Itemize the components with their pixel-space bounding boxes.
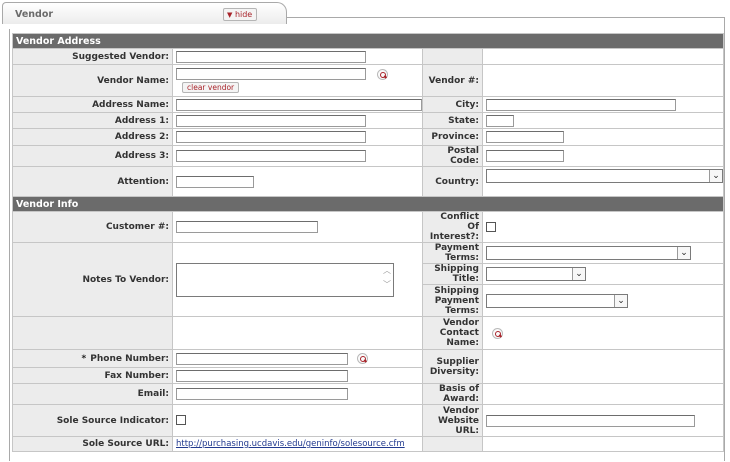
empty-value-cell <box>482 436 724 452</box>
vendor-number-value <box>482 64 724 97</box>
empty-label-cell <box>422 436 483 452</box>
vendor-contact-name-label: Vendor Contact Name: <box>422 316 483 350</box>
address-1-input[interactable] <box>176 114 366 127</box>
province-label: Province: <box>422 128 483 146</box>
vendor-form: Vendor Address Suggested Vendor: Vendor … <box>12 33 724 452</box>
section-vendor-address: Vendor Address <box>12 33 724 49</box>
tab-divider <box>287 17 724 18</box>
shipping-payment-terms-label: Shipping Payment Terms: <box>422 284 483 317</box>
notes-to-vendor-label: Notes To Vendor: <box>12 242 173 317</box>
email-label: Email: <box>12 383 173 405</box>
empty-value-cell <box>172 316 423 350</box>
section-vendor-info: Vendor Info <box>12 196 724 212</box>
vendor-name-input[interactable] <box>176 68 366 80</box>
empty-label-cell <box>422 48 483 65</box>
postal-code-label: Postal Code: <box>422 145 483 167</box>
address-3-input[interactable] <box>176 150 366 162</box>
address-name-input[interactable] <box>176 98 422 111</box>
chevron-down-icon: ⌄ <box>572 268 585 280</box>
address-1-label: Address 1: <box>12 112 173 129</box>
shipping-title-select[interactable]: ⌄ <box>486 267 586 281</box>
section-title: Vendor Info <box>12 196 724 212</box>
state-label: State: <box>422 112 483 129</box>
country-label: Country: <box>422 166 483 197</box>
email-input[interactable] <box>176 388 348 400</box>
tab-divider-right <box>724 17 725 29</box>
chevron-down-icon: ⌄ <box>614 294 627 307</box>
city-input[interactable] <box>486 98 676 111</box>
phone-number-label-text: Phone Number: <box>90 353 169 364</box>
supplier-diversity-label: Supplier Diversity: <box>422 349 483 384</box>
notes-to-vendor-wrapper: ︿ ﹀ <box>176 262 394 297</box>
postal-code-input[interactable] <box>486 150 564 162</box>
chevron-down-icon: ⌄ <box>709 170 722 182</box>
triangle-down-icon: ▼ <box>227 11 233 19</box>
hide-label: hide <box>234 10 253 19</box>
shipping-payment-terms-select[interactable]: ⌄ <box>486 293 628 308</box>
sole-source-indicator-checkbox[interactable] <box>176 415 186 426</box>
country-select[interactable]: ⌄ <box>486 169 723 183</box>
required-marker: * <box>81 353 87 364</box>
address-name-label: Address Name: <box>12 96 173 113</box>
payment-terms-select[interactable]: ⌄ <box>486 246 691 260</box>
vendor-name-label: Vendor Name: <box>12 64 173 97</box>
customer-number-label: Customer #: <box>12 211 173 243</box>
state-input[interactable] <box>486 114 514 127</box>
section-title: Vendor Address <box>12 33 724 49</box>
sole-source-url-link[interactable]: http://purchasing.ucdavis.edu/geninfo/so… <box>176 439 405 449</box>
attention-label: Attention: <box>12 166 173 197</box>
vendor-number-label: Vendor #: <box>422 64 483 97</box>
notes-to-vendor-textarea[interactable] <box>176 262 394 297</box>
vendor-website-url-label: Vendor Website URL: <box>422 404 483 437</box>
address-2-label: Address 2: <box>12 128 173 146</box>
tab-title: Vendor <box>15 9 54 20</box>
empty-value-cell <box>482 48 724 65</box>
supplier-diversity-value <box>482 349 724 384</box>
city-label: City: <box>422 96 483 113</box>
tab-bar: Vendor ▼ hide <box>0 0 730 32</box>
suggested-vendor-input[interactable] <box>176 50 366 63</box>
phone-number-label: * Phone Number: <box>12 349 173 368</box>
address-2-input[interactable] <box>176 131 366 143</box>
conflict-of-interest-checkbox[interactable] <box>486 221 496 232</box>
attention-input[interactable] <box>176 175 254 188</box>
clear-vendor-button[interactable]: clear vendor <box>182 82 240 93</box>
vendor-contact-lookup-icon[interactable] <box>492 327 503 339</box>
empty-label-cell <box>12 316 173 350</box>
vendor-name-lookup-icon[interactable] <box>376 68 388 80</box>
textarea-scrollbar[interactable]: ︿ ﹀ <box>381 264 393 296</box>
suggested-vendor-label: Suggested Vendor: <box>12 48 173 65</box>
fax-number-label: Fax Number: <box>12 367 173 384</box>
sole-source-url-label: Sole Source URL: <box>12 436 173 452</box>
province-input[interactable] <box>486 131 564 143</box>
payment-terms-label: Payment Terms: <box>422 242 483 264</box>
phone-number-input[interactable] <box>176 352 348 365</box>
basis-of-award-value <box>482 383 724 405</box>
vendor-website-url-input[interactable] <box>486 414 695 427</box>
tab-vendor[interactable]: Vendor ▼ hide <box>2 2 287 24</box>
sole-source-indicator-label: Sole Source Indicator: <box>12 404 173 437</box>
conflict-of-interest-label: Conflict Of Interest?: <box>422 211 483 243</box>
phone-lookup-icon[interactable] <box>356 353 368 364</box>
fax-number-input[interactable] <box>176 369 348 382</box>
shipping-title-label: Shipping Title: <box>422 263 483 285</box>
hide-button[interactable]: ▼ hide <box>223 8 258 21</box>
customer-number-input[interactable] <box>176 221 318 233</box>
basis-of-award-label: Basis of Award: <box>422 383 483 405</box>
address-3-label: Address 3: <box>12 145 173 167</box>
chevron-down-icon: ⌄ <box>677 247 690 259</box>
